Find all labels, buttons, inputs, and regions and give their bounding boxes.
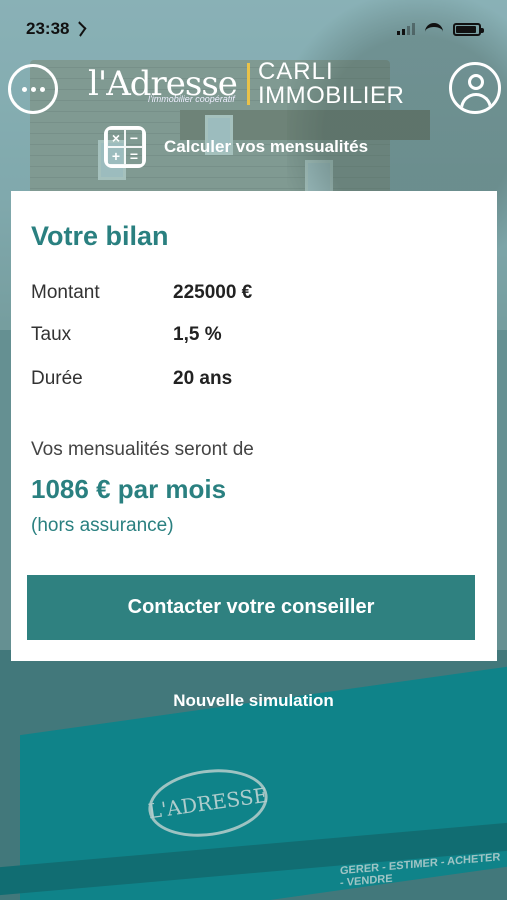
result-card: Votre bilan Montant 225000 € Taux 1,5 % … — [11, 191, 497, 661]
dot-icon — [39, 86, 45, 92]
user-icon-head — [468, 74, 484, 90]
summary-label: Durée — [31, 368, 83, 389]
summary-value: 225000 € — [173, 282, 253, 303]
contact-advisor-button[interactable]: Contacter votre conseiller — [27, 575, 475, 640]
dot-icon — [30, 86, 36, 92]
new-simulation-link[interactable]: Nouvelle simulation — [0, 691, 507, 711]
location-arrow-icon — [74, 21, 87, 37]
summary-value: 20 ans — [173, 368, 233, 389]
summary-row-amount: Montant 225000 € — [31, 282, 252, 304]
monthly-payment: 1086 € par mois — [31, 474, 227, 504]
brand-tagline: l'immobilier coopératif — [148, 94, 235, 104]
dot-icon — [21, 86, 27, 92]
status-indicators — [397, 22, 484, 36]
monthly-intro: Vos mensualités seront de — [31, 439, 254, 460]
agency-name-top: CARLI — [257, 58, 334, 85]
calculator-label: Calculer vos mensualités — [164, 137, 369, 156]
card-title: Votre bilan — [31, 221, 169, 251]
calculator-icon: × − + = — [104, 126, 146, 168]
menu-button[interactable] — [8, 64, 58, 114]
brand-logo: l'Adresse l'immobilier coopératif CARLI … — [88, 60, 404, 108]
agency-name: CARLI IMMOBILIER — [258, 60, 404, 108]
insurance-note: (hors assurance) — [31, 515, 174, 536]
profile-button[interactable] — [449, 62, 501, 114]
user-icon-body — [460, 93, 492, 111]
summary-label: Montant — [31, 282, 100, 303]
summary-value: 1,5 % — [173, 324, 222, 345]
status-bar: 23:38 — [0, 0, 507, 58]
agency-name-bottom: IMMOBILIER — [257, 82, 405, 109]
battery-icon — [453, 22, 484, 36]
summary-row-rate: Taux 1,5 % — [31, 324, 222, 346]
calculator-section-title: × − + = Calculer vos mensualités — [104, 126, 368, 168]
wifi-icon — [425, 23, 443, 35]
summary-row-duration: Durée 20 ans — [31, 368, 232, 390]
status-time: 23:38 — [26, 19, 70, 38]
signal-icon — [397, 23, 415, 35]
brand-separator — [246, 63, 250, 105]
summary-label: Taux — [31, 324, 72, 345]
